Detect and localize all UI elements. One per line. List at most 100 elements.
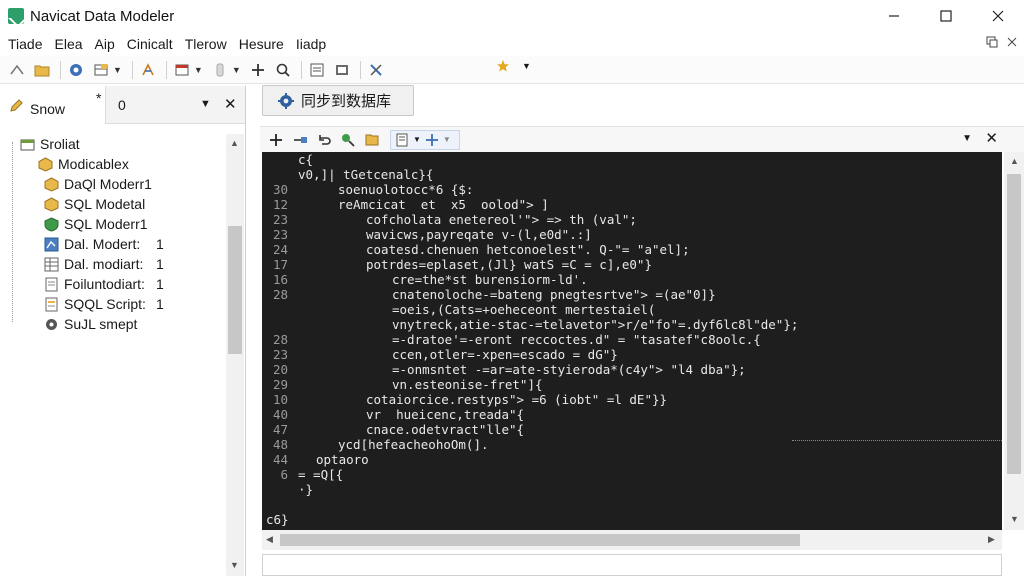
hand-dropdown-caret[interactable]: ▼: [232, 65, 241, 75]
restore-pane-icon[interactable]: [986, 36, 998, 48]
code-text: =-dratoe'=-eront reccoctes.d" = "tasatef…: [392, 332, 761, 347]
tree-item-count: 1: [156, 296, 164, 312]
format-extra-caret[interactable]: ▼: [443, 135, 451, 144]
menu-item-1[interactable]: Tiade: [4, 36, 51, 52]
editor-save-button[interactable]: [362, 130, 382, 150]
tools-button[interactable]: [365, 59, 387, 81]
window-title: Navicat Data Modeler: [30, 7, 175, 25]
tree-item-label: SuJL smept: [64, 316, 138, 332]
relation-button[interactable]: [137, 59, 159, 81]
tree-root[interactable]: Sroliat: [0, 134, 226, 154]
editor-options-caret[interactable]: ▼: [962, 133, 972, 144]
menu-item-5[interactable]: Tlerow: [181, 36, 235, 52]
tree-item[interactable]: SQQL Script: 1: [0, 294, 226, 314]
code-text: cre=the*st burensiorm-ld'.: [392, 272, 588, 287]
code-text: vr hueicenc,treada"{: [366, 407, 525, 422]
close-pane-icon[interactable]: [1006, 36, 1018, 48]
print-button[interactable]: [331, 59, 353, 81]
tree-root-label: Sroliat: [40, 136, 80, 152]
menu-item-2[interactable]: Elea: [51, 36, 91, 52]
maximize-button[interactable]: [920, 0, 972, 32]
editor-close-button[interactable]: ✕: [985, 129, 998, 147]
table-button[interactable]: [90, 59, 112, 81]
gear-icon: [278, 92, 294, 109]
scroll-left-arrow-icon[interactable]: ◀: [266, 534, 273, 545]
code-text: optaoro: [316, 452, 369, 467]
code-text: coatesd.chenuen hetconoelest". Q-"= "a"e…: [366, 242, 690, 257]
editor-vertical-scrollbar[interactable]: ▲ ▼: [1004, 152, 1024, 530]
layout-button[interactable]: [306, 59, 328, 81]
new-model-button[interactable]: [6, 59, 28, 81]
menu-item-4[interactable]: Cinicalt: [123, 36, 181, 52]
scroll-up-arrow-icon[interactable]: ▲: [1010, 156, 1019, 166]
format-dropdown-caret[interactable]: ▼: [413, 135, 421, 144]
star-dropdown-caret[interactable]: ▼: [522, 61, 531, 71]
zoom-button[interactable]: [272, 59, 294, 81]
navigator-scrollbar[interactable]: ▲ ▼: [226, 134, 244, 576]
maximize-icon: [940, 10, 952, 22]
sql-code-editor[interactable]: c{v0,]| tGetcenalc}{30 soenuolotocc*6 {$:…: [262, 152, 1002, 530]
line-number: 16: [272, 272, 288, 287]
tree-item[interactable]: Foiluntodiart: 1: [0, 274, 226, 294]
tree-item[interactable]: Dal. modiart: 1: [0, 254, 226, 274]
tree-item-count: 1: [156, 256, 164, 272]
tab-second[interactable]: 0: [118, 97, 126, 113]
minimize-button[interactable]: [868, 0, 920, 32]
line-number: 23: [272, 347, 288, 362]
menu-item-6[interactable]: Hesure: [235, 36, 292, 52]
tab-list-caret[interactable]: ▼: [200, 98, 211, 110]
editor-toolbar: ▼ ▼ ▼ ✕: [260, 126, 1024, 152]
code-text: c{: [298, 152, 314, 167]
table-dropdown-caret[interactable]: ▼: [113, 65, 122, 75]
script-icon: [44, 297, 59, 312]
tab-close-button[interactable]: ✕: [224, 95, 237, 113]
scroll-up-arrow-icon[interactable]: ▲: [230, 138, 239, 148]
tree-item-label: Foiluntodiart:: [64, 276, 145, 292]
tree-item[interactable]: Dal. Modert: 1: [0, 234, 226, 254]
navigator-scrollbar-thumb[interactable]: [228, 226, 242, 354]
code-line: 6 = =Q[{: [262, 467, 1002, 482]
editor-horizontal-thumb[interactable]: [280, 534, 800, 546]
hand-tool-button[interactable]: [209, 59, 231, 81]
line-number: 24: [272, 242, 288, 257]
view-button[interactable]: [171, 59, 193, 81]
editor-horizontal-scrollbar[interactable]: ◀ ▶: [262, 530, 1002, 550]
code-line: 17 potrdes=eplaset,(Jl} watS =C = c],e0"}: [262, 257, 1002, 272]
editor-add-button[interactable]: [266, 130, 286, 150]
close-button[interactable]: [972, 0, 1024, 32]
add-button[interactable]: [247, 59, 269, 81]
tab-snow[interactable]: Snow *: [0, 85, 106, 124]
document-icon: [44, 277, 59, 292]
code-text: v0,]| tGetcenalc}{: [298, 167, 434, 182]
code-text: soenuolotocc*6 {$:: [338, 182, 474, 197]
tree-item[interactable]: SQL Moderr1: [0, 214, 226, 234]
scroll-right-arrow-icon[interactable]: ▶: [988, 534, 995, 545]
code-line: c6}: [262, 512, 1002, 527]
tree-item-label: SQL Modetal: [64, 196, 146, 212]
sync-to-database-button[interactable]: 同步到数据库: [262, 85, 414, 116]
tree-item[interactable]: SuJL smept: [0, 314, 226, 334]
editor-insert-button[interactable]: [290, 130, 310, 150]
connection-button[interactable]: [65, 59, 87, 81]
menu-item-3[interactable]: Aip: [91, 36, 123, 52]
view-dropdown-caret[interactable]: ▼: [194, 65, 203, 75]
line-number: 6: [280, 467, 288, 482]
star-icon[interactable]: [496, 59, 510, 73]
editor-find-button[interactable]: [338, 130, 358, 150]
table-icon: [94, 63, 108, 75]
editor-format-group[interactable]: ▼ ▼: [390, 129, 460, 150]
code-text: vn.esteonise-fret"]{: [392, 377, 543, 392]
tree-item[interactable]: DaQl Moderr1: [0, 174, 226, 194]
line-number: 28: [272, 332, 288, 347]
code-text: = =Q[{: [298, 467, 344, 482]
editor-vertical-thumb[interactable]: [1007, 174, 1021, 474]
open-button[interactable]: [31, 59, 53, 81]
tree-item[interactable]: SQL Modetal: [0, 194, 226, 214]
menu-item-7[interactable]: Iiadp: [292, 36, 334, 52]
tree-item[interactable]: Modicablex: [0, 154, 226, 174]
code-line: 28 =-dratoe'=-eront reccoctes.d" = "tasat…: [262, 332, 1002, 347]
scroll-down-arrow-icon[interactable]: ▼: [1010, 514, 1019, 524]
editor-undo-button[interactable]: [314, 130, 334, 150]
tree-item-count: 1: [156, 276, 164, 292]
scroll-down-arrow-icon[interactable]: ▼: [230, 560, 239, 570]
